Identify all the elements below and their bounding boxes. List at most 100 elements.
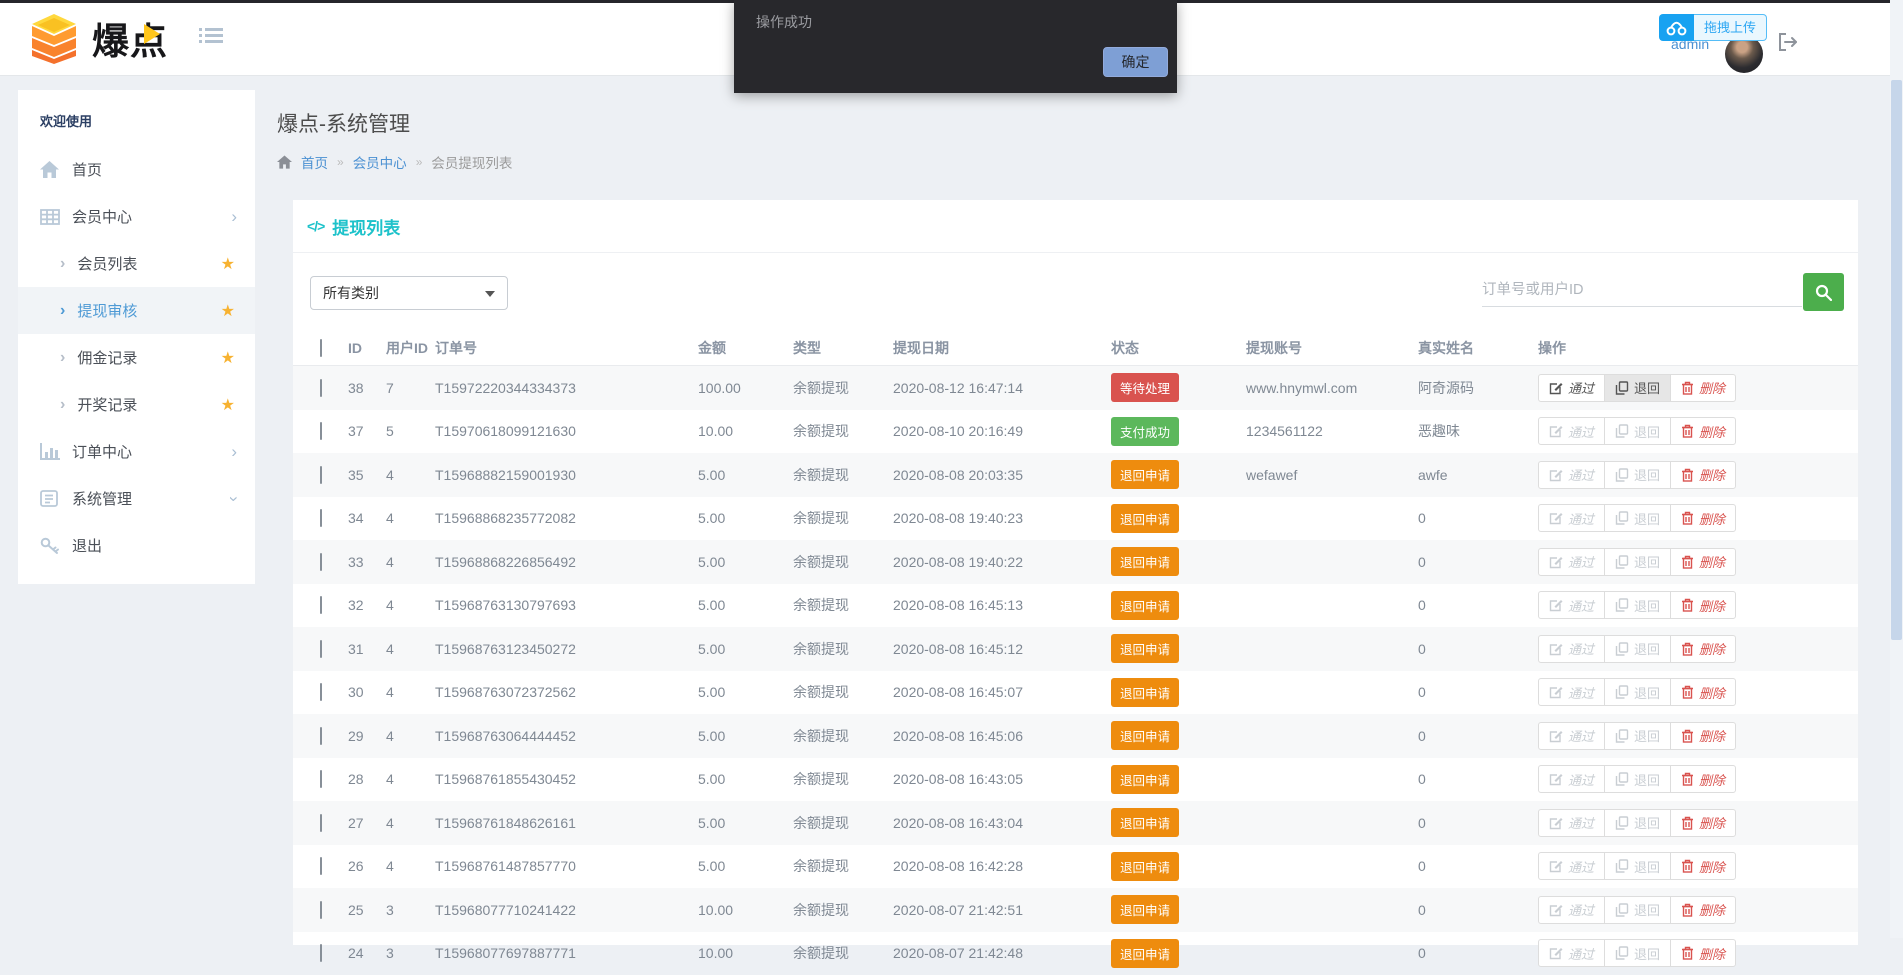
cell-real-name: 0 <box>1418 945 1538 961</box>
delete-button[interactable]: 删除 <box>1670 417 1736 445</box>
sidebar-welcome-text: 欢迎使用 <box>18 110 255 146</box>
sidebar-item-member-center[interactable]: 会员中心› <box>18 193 255 240</box>
sidebar-item-withdraw-review[interactable]: ›提现审核★ <box>18 287 255 334</box>
delete-button[interactable]: 删除 <box>1670 722 1736 750</box>
pencil-icon <box>1549 729 1563 743</box>
pencil-icon <box>1549 859 1563 873</box>
breadcrumb-home[interactable]: 首页 <box>301 152 328 172</box>
pass-button[interactable]: 通过 <box>1538 809 1605 837</box>
pencil-icon <box>1549 511 1563 525</box>
row-checkbox[interactable] <box>320 857 322 875</box>
reject-button[interactable]: 退回 <box>1604 548 1671 576</box>
cell-user-id: 4 <box>386 684 435 700</box>
sidebar-item-commission-log[interactable]: ›佣金记录★ <box>18 334 255 381</box>
scrollbar-thumb[interactable] <box>1891 80 1902 640</box>
delete-button[interactable]: 删除 <box>1670 852 1736 880</box>
logout-icon[interactable] <box>1777 32 1799 52</box>
select-all-checkbox[interactable] <box>320 339 322 357</box>
search-button[interactable] <box>1803 273 1844 311</box>
brand-logo[interactable]: 爆点 <box>26 11 168 65</box>
col-date: 提现日期 <box>893 338 1111 358</box>
pencil-icon <box>1549 555 1563 569</box>
delete-button[interactable]: 删除 <box>1670 809 1736 837</box>
cell-user-id: 4 <box>386 467 435 483</box>
pass-button[interactable]: 通过 <box>1538 722 1605 750</box>
breadcrumb-member-center[interactable]: 会员中心 <box>353 152 407 172</box>
sidebar-item-home[interactable]: 首页 <box>18 146 255 193</box>
pass-button[interactable]: 通过 <box>1538 461 1605 489</box>
reject-button[interactable]: 退回 <box>1604 852 1671 880</box>
delete-button[interactable]: 删除 <box>1670 374 1736 402</box>
status-badge: 退回申请 <box>1111 504 1179 533</box>
pass-button[interactable]: 通过 <box>1538 591 1605 619</box>
pass-button[interactable]: 通过 <box>1538 765 1605 793</box>
sidebar-item-member-list[interactable]: ›会员列表★ <box>18 240 255 287</box>
cell-user-id: 4 <box>386 641 435 657</box>
delete-button[interactable]: 删除 <box>1670 461 1736 489</box>
row-checkbox[interactable] <box>320 640 322 658</box>
row-checkbox[interactable] <box>320 770 322 788</box>
reject-button[interactable]: 退回 <box>1604 765 1671 793</box>
col-amount: 金额 <box>698 338 793 358</box>
delete-button[interactable]: 删除 <box>1670 678 1736 706</box>
reject-button[interactable]: 退回 <box>1604 939 1671 967</box>
reject-button[interactable]: 退回 <box>1604 809 1671 837</box>
pass-button[interactable]: 通过 <box>1538 374 1605 402</box>
sidebar-item-system-manage[interactable]: 系统管理› <box>18 475 255 522</box>
row-checkbox[interactable] <box>320 901 322 919</box>
row-checkbox[interactable] <box>320 944 322 962</box>
reject-button[interactable]: 退回 <box>1604 591 1671 619</box>
cell-id: 38 <box>348 380 386 396</box>
delete-button[interactable]: 删除 <box>1670 548 1736 576</box>
pass-button[interactable]: 通过 <box>1538 548 1605 576</box>
reject-button[interactable]: 退回 <box>1604 417 1671 445</box>
cell-id: 27 <box>348 815 386 831</box>
chevron-right-icon: › <box>60 349 65 367</box>
cell-amount: 10.00 <box>698 902 793 918</box>
table-toolbar: 所有类别 <box>293 253 1858 330</box>
reject-button[interactable]: 退回 <box>1604 461 1671 489</box>
delete-button[interactable]: 删除 <box>1670 591 1736 619</box>
row-actions: 通过 退回 删除 <box>1538 852 1833 880</box>
sidebar-item-lottery-log[interactable]: ›开奖记录★ <box>18 381 255 428</box>
row-checkbox[interactable] <box>320 509 322 527</box>
row-checkbox[interactable] <box>320 683 322 701</box>
list-menu-icon[interactable] <box>198 26 224 48</box>
reject-button[interactable]: 退回 <box>1604 722 1671 750</box>
delete-button[interactable]: 删除 <box>1670 939 1736 967</box>
row-checkbox[interactable] <box>320 814 322 832</box>
delete-button[interactable]: 删除 <box>1670 765 1736 793</box>
table-body: 387T15972220344334373100.00余额提现2020-08-1… <box>293 366 1858 975</box>
search-input[interactable] <box>1482 273 1802 307</box>
pass-button[interactable]: 通过 <box>1538 504 1605 532</box>
row-checkbox[interactable] <box>320 422 322 440</box>
delete-button[interactable]: 删除 <box>1670 635 1736 663</box>
toast-confirm-button[interactable]: 确定 <box>1103 47 1168 77</box>
pass-button[interactable]: 通过 <box>1538 896 1605 924</box>
delete-button[interactable]: 删除 <box>1670 896 1736 924</box>
sidebar-item-order-center[interactable]: 订单中心› <box>18 428 255 475</box>
delete-button[interactable]: 删除 <box>1670 504 1736 532</box>
pass-button[interactable]: 通过 <box>1538 678 1605 706</box>
pass-button[interactable]: 通过 <box>1538 852 1605 880</box>
row-checkbox[interactable] <box>320 379 322 397</box>
row-checkbox[interactable] <box>320 596 322 614</box>
drag-upload-button[interactable]: 拖拽上传 <box>1659 14 1767 41</box>
copy-icon <box>1615 946 1629 960</box>
pass-button[interactable]: 通过 <box>1538 635 1605 663</box>
sidebar-item-logout[interactable]: 退出 <box>18 522 255 569</box>
row-checkbox[interactable] <box>320 727 322 745</box>
reject-button[interactable]: 退回 <box>1604 896 1671 924</box>
pass-button[interactable]: 通过 <box>1538 417 1605 445</box>
reject-button[interactable]: 退回 <box>1604 678 1671 706</box>
row-actions: 通过 退回 删除 <box>1538 939 1833 967</box>
reject-button[interactable]: 退回 <box>1604 635 1671 663</box>
row-checkbox[interactable] <box>320 466 322 484</box>
row-checkbox[interactable] <box>320 553 322 571</box>
reject-button[interactable]: 退回 <box>1604 374 1671 402</box>
cell-type: 余额提现 <box>793 508 893 528</box>
category-select[interactable]: 所有类别 <box>310 276 508 310</box>
pass-button[interactable]: 通过 <box>1538 939 1605 967</box>
reject-button[interactable]: 退回 <box>1604 504 1671 532</box>
trash-icon <box>1681 424 1694 438</box>
